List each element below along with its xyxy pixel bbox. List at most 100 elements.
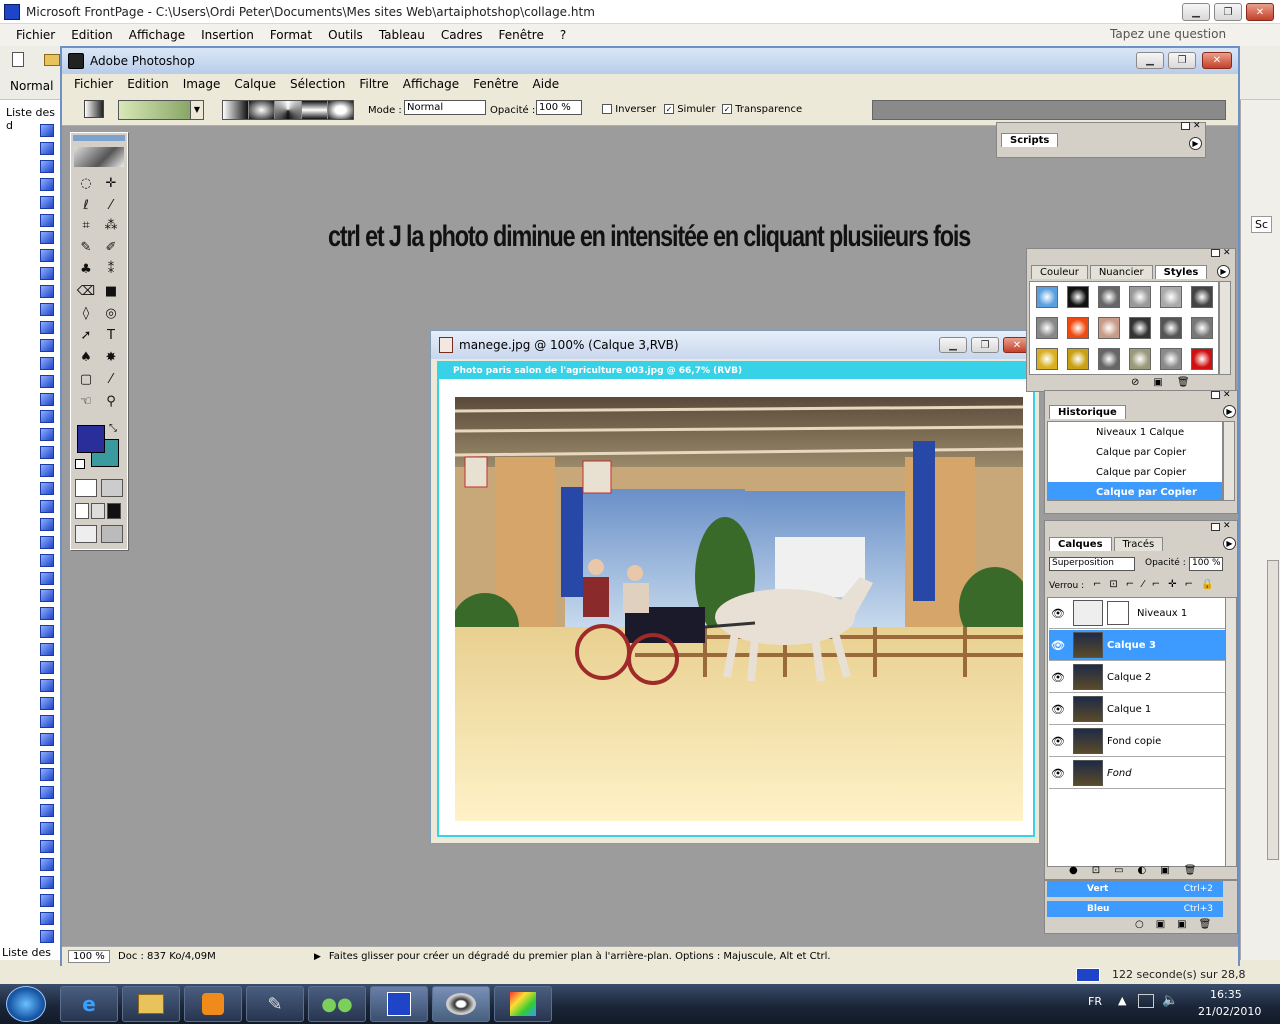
swap-colors-icon[interactable]: ⤡: [109, 423, 117, 434]
history-scrollbar[interactable]: [1223, 421, 1235, 501]
web-page-file-icon[interactable]: [40, 696, 54, 710]
history-menu-arrow-icon[interactable]: ▶: [1223, 405, 1236, 418]
taskbar-photoshop-button[interactable]: [432, 986, 490, 1022]
web-page-file-icon[interactable]: [40, 732, 54, 746]
marquee-tool-icon[interactable]: ◌: [75, 173, 97, 193]
ps-menu-fenetre[interactable]: Fenêtre: [473, 77, 518, 91]
ps-menu-edition[interactable]: Edition: [127, 77, 169, 91]
layers-menu-arrow-icon[interactable]: ▶: [1223, 537, 1236, 550]
slice-tool-icon[interactable]: ⁂: [100, 215, 122, 235]
web-page-file-icon[interactable]: [40, 714, 54, 728]
channel-row[interactable]: Bleu Ctrl+3: [1047, 901, 1223, 917]
style-swatch[interactable]: [1067, 317, 1089, 339]
layers-footer-buttons[interactable]: ●⊡▭◐▣🗑: [1069, 865, 1210, 876]
open-folder-icon[interactable]: [44, 54, 60, 66]
mode-select[interactable]: Normal: [404, 100, 486, 115]
gradient-dropdown-icon[interactable]: ▼: [190, 100, 204, 120]
web-page-file-icon[interactable]: [40, 320, 54, 334]
radial-gradient-icon[interactable]: [249, 101, 276, 119]
web-page-file-icon[interactable]: [40, 804, 54, 818]
simuler-checkbox[interactable]: ✓: [664, 104, 674, 114]
imageready-icon[interactable]: [101, 525, 123, 543]
task-pane-scrollbar[interactable]: [1267, 560, 1279, 860]
menu-tableau[interactable]: Tableau: [379, 28, 425, 42]
web-page-file-icon[interactable]: [40, 124, 54, 137]
styles-minimize-icon[interactable]: [1211, 249, 1220, 257]
screen-mode-full-menu-icon[interactable]: [91, 503, 105, 519]
pen-tool-icon[interactable]: ♠: [75, 347, 97, 367]
style-swatch[interactable]: [1098, 348, 1120, 370]
web-page-file-icon[interactable]: [40, 482, 54, 495]
ps-restore-button[interactable]: ❐: [1168, 52, 1196, 69]
gradient-type-buttons[interactable]: [222, 100, 354, 120]
style-swatch[interactable]: [1129, 348, 1151, 370]
layers-scrollbar[interactable]: [1225, 597, 1237, 867]
folder-list-tab[interactable]: Liste des: [2, 946, 51, 959]
style-swatch[interactable]: [1191, 348, 1213, 370]
default-colors-icon[interactable]: [75, 459, 85, 469]
tab-calques[interactable]: Calques: [1049, 537, 1112, 551]
style-swatch[interactable]: [1067, 348, 1089, 370]
layer-row-selected[interactable]: 👁 Calque 3: [1049, 630, 1234, 661]
ps-menu-image[interactable]: Image: [183, 77, 221, 91]
web-page-file-icon[interactable]: [40, 929, 54, 943]
transparence-option[interactable]: ✓ Transparence: [722, 104, 802, 115]
layer-opacity-input[interactable]: 100 %: [1189, 557, 1223, 571]
new-page-icon[interactable]: [12, 52, 24, 67]
healing-brush-icon[interactable]: ✎: [75, 237, 97, 257]
style-swatch[interactable]: [1036, 286, 1058, 308]
styles-footer-buttons[interactable]: ⊘▣🗑: [1131, 377, 1204, 388]
volume-icon[interactable]: 🔈: [1162, 993, 1178, 1008]
standard-mode-icon[interactable]: [75, 479, 97, 497]
carriage-photo[interactable]: [455, 397, 1023, 821]
style-swatch[interactable]: [1098, 317, 1120, 339]
web-page-file-icon[interactable]: [40, 464, 54, 478]
taskbar-explorer-button[interactable]: [122, 986, 180, 1022]
simuler-option[interactable]: ✓ Simuler: [664, 104, 715, 115]
menu-insertion[interactable]: Insertion: [201, 28, 254, 42]
inverser-checkbox[interactable]: [602, 104, 612, 114]
web-page-file-icon[interactable]: [40, 231, 54, 245]
web-page-file-icon[interactable]: [40, 750, 54, 764]
language-indicator[interactable]: FR: [1088, 995, 1102, 1008]
style-swatch[interactable]: [1160, 348, 1182, 370]
path-selection-icon[interactable]: ➚: [75, 325, 97, 345]
channels-footer-buttons[interactable]: ○▣▣🗑: [1135, 919, 1223, 930]
help-search-input[interactable]: Tapez une question: [1110, 27, 1226, 41]
web-page-file-icon[interactable]: [40, 410, 54, 424]
style-swatch[interactable]: [1191, 286, 1213, 308]
ps-menu-affichage[interactable]: Affichage: [403, 77, 459, 91]
layer-row[interactable]: 👁 Calque 2: [1049, 662, 1234, 693]
styles-close-icon[interactable]: ✕: [1223, 248, 1231, 258]
image-restore-button[interactable]: ❐: [971, 337, 999, 353]
web-page-file-icon[interactable]: [40, 911, 54, 925]
web-page-file-icon[interactable]: [40, 589, 54, 603]
start-button[interactable]: [6, 986, 46, 1022]
style-swatch[interactable]: [1129, 317, 1151, 339]
web-page-file-icon[interactable]: [40, 893, 54, 907]
crop-tool-icon[interactable]: ⌗: [75, 215, 97, 235]
history-item[interactable]: Calque par Copier: [1048, 462, 1222, 482]
web-page-file-icon[interactable]: [40, 875, 54, 889]
style-swatch[interactable]: [1129, 286, 1151, 308]
ps-menu-selection[interactable]: Sélection: [290, 77, 345, 91]
web-page-file-icon[interactable]: [40, 446, 54, 460]
web-page-file-icon[interactable]: [40, 141, 54, 155]
hand-tool-icon[interactable]: ☜: [75, 391, 97, 411]
custom-shape-icon[interactable]: ✸: [100, 347, 122, 367]
adobe-online-icon[interactable]: [74, 147, 124, 167]
scripts-panel-grip[interactable]: ✕: [997, 121, 1205, 131]
history-close-icon[interactable]: ✕: [1223, 390, 1231, 400]
tab-traces[interactable]: Tracés: [1113, 537, 1164, 551]
history-item[interactable]: Niveaux 1 Calque: [1048, 422, 1222, 442]
web-page-file-icon[interactable]: [40, 499, 54, 513]
dodge-tool-icon[interactable]: ◎: [100, 303, 122, 323]
history-brush-icon[interactable]: ⁑: [100, 259, 122, 279]
palette-well[interactable]: [872, 100, 1226, 120]
brush-tool-icon[interactable]: ✐: [100, 237, 122, 257]
type-tool-icon[interactable]: T: [100, 325, 122, 345]
network-icon[interactable]: [1138, 994, 1154, 1008]
scripts-minimize-icon[interactable]: [1181, 122, 1190, 130]
visibility-eye-icon[interactable]: 👁: [1049, 767, 1067, 780]
taskbar-media-button[interactable]: [184, 986, 242, 1022]
